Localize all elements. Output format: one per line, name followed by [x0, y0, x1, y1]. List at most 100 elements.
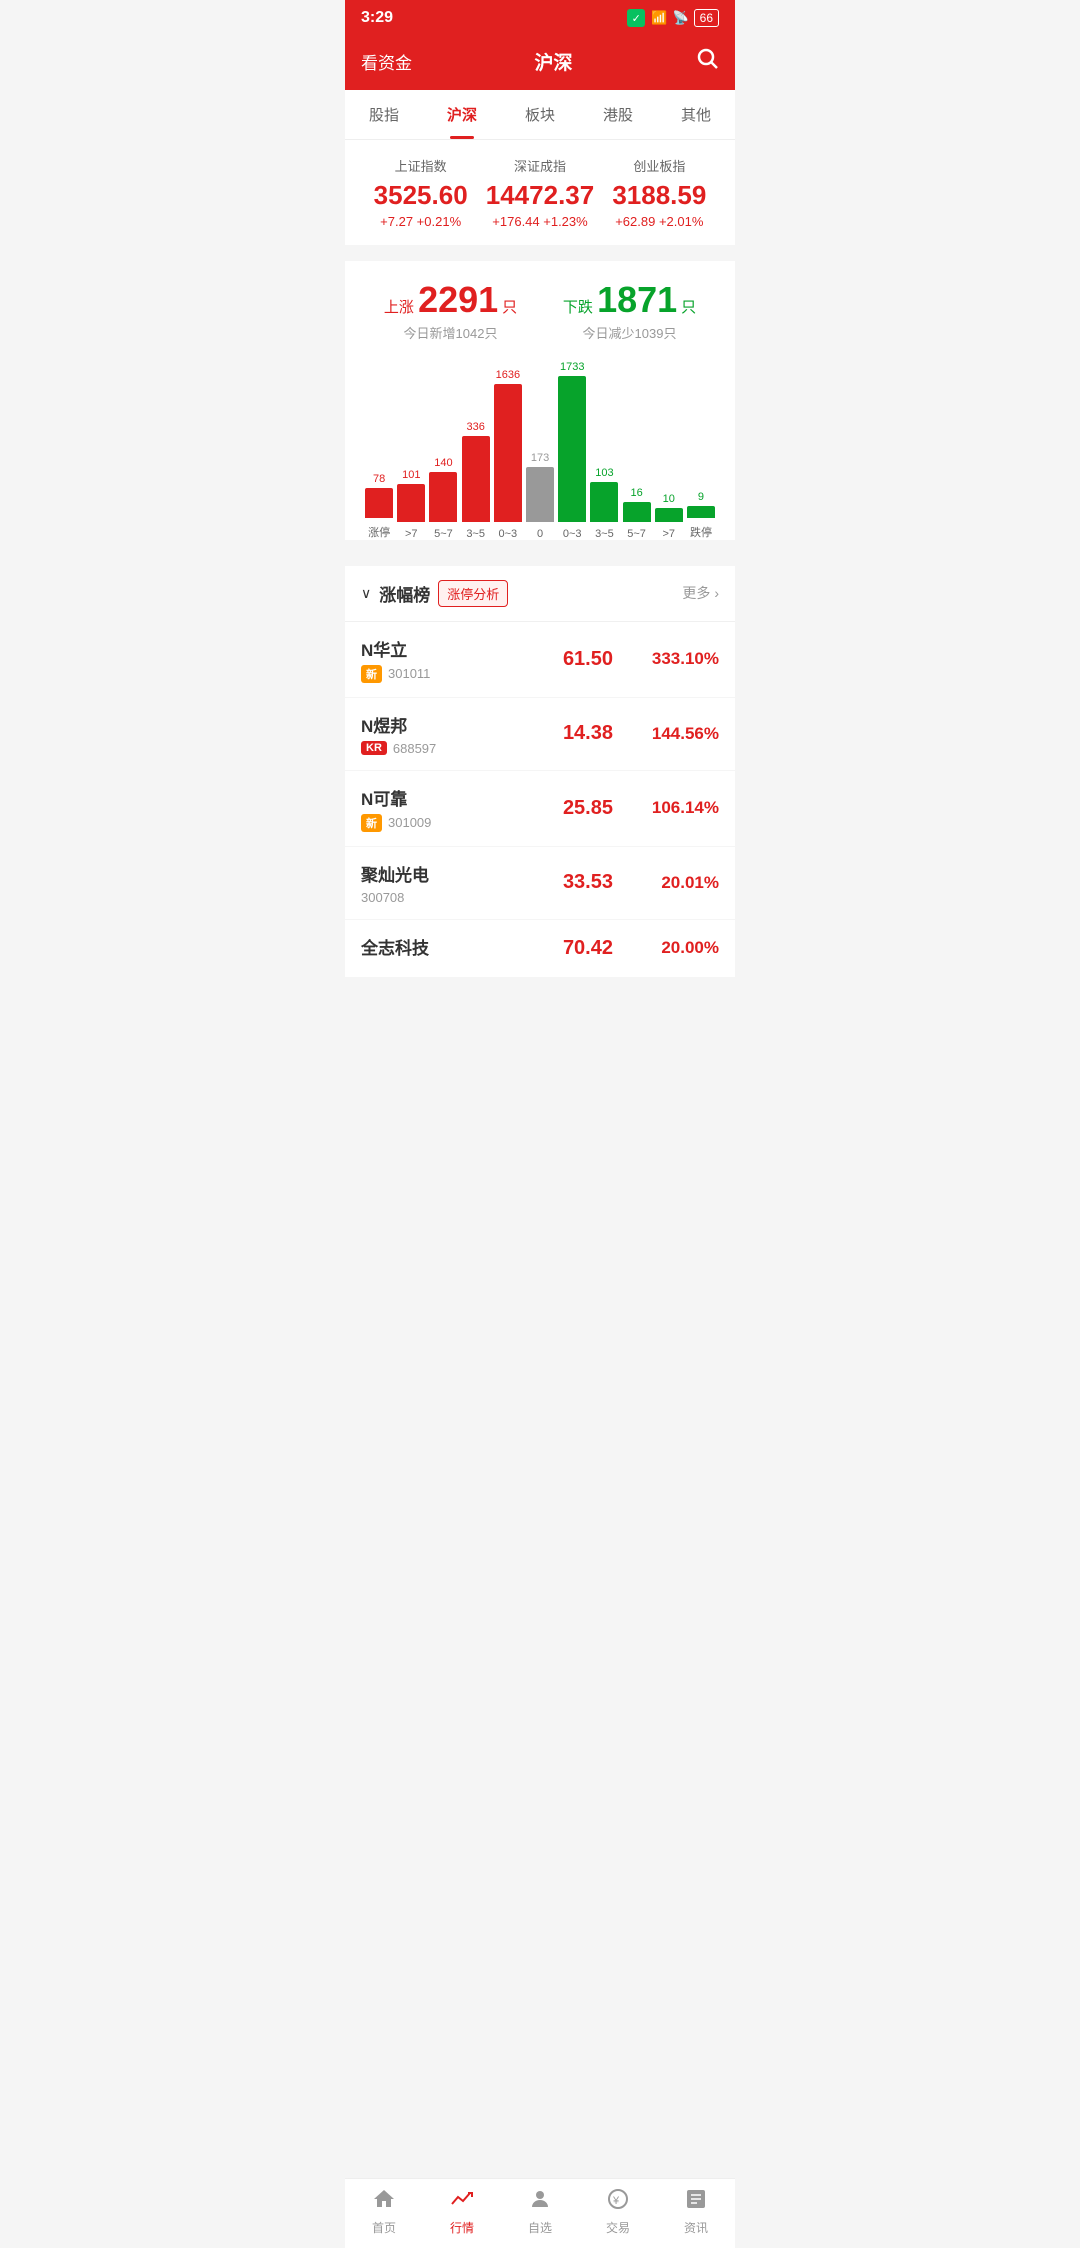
bar-03-red: 1636 0~3: [492, 369, 524, 540]
index-value-1: 3525.60: [361, 181, 480, 210]
tab-bankuai[interactable]: 板块: [501, 90, 579, 139]
nav-home-label: 首页: [372, 2219, 396, 2236]
search-icon[interactable]: [695, 46, 719, 76]
stock-price-4: 33.53: [563, 871, 613, 894]
bar-count-4: 336: [466, 421, 484, 433]
stock-item-3[interactable]: N可靠 新 301009 25.85 106.14%: [345, 771, 735, 847]
list-header-left: ∨ 涨幅榜 涨停分析: [361, 580, 508, 607]
bar-label-7: 0~3: [563, 528, 582, 540]
bar-label-3: 5~7: [434, 528, 453, 540]
bar-label-6: 0: [537, 528, 543, 540]
bar-count-2: 101: [402, 469, 420, 481]
stock-code-2: 688597: [393, 741, 436, 756]
nav-news[interactable]: 资讯: [657, 2179, 735, 2248]
tab-ganggu[interactable]: 港股: [579, 90, 657, 139]
bar-label-11: 跌停: [690, 524, 712, 540]
bar-gt7-green: 10 >7: [653, 493, 685, 540]
bar-rect-11: [687, 506, 715, 518]
bar-count-9: 16: [630, 487, 642, 499]
bar-count-8: 103: [595, 467, 613, 479]
stock-code-1: 301011: [388, 666, 430, 681]
bar-rect-10: [655, 508, 683, 522]
nav-market-label: 行情: [450, 2219, 474, 2236]
stock-info-5: 全志科技: [361, 934, 563, 963]
stock-meta-3: 新 301009: [361, 814, 563, 832]
battery-icon: 66: [694, 9, 719, 27]
stock-info-4: 聚灿光电 300708: [361, 861, 563, 905]
bar-count-11: 9: [698, 491, 704, 503]
bar-rect-8: [590, 482, 618, 522]
collapse-icon[interactable]: ∨: [361, 585, 371, 602]
bar-dieting: 9 跌停: [685, 491, 717, 540]
bar-label-2: >7: [405, 528, 418, 540]
stock-item-5[interactable]: 全志科技 70.42 20.00%: [345, 920, 735, 978]
status-icons: 📶 📡 66: [651, 9, 719, 27]
nav-market[interactable]: 行情: [423, 2179, 501, 2248]
stock-info-3: N可靠 新 301009: [361, 785, 563, 832]
stock-price-1: 61.50: [563, 648, 613, 671]
bar-35: 336 3~5: [460, 421, 492, 540]
nav-watchlist[interactable]: 自选: [501, 2179, 579, 2248]
header: 看资金 沪深: [345, 36, 735, 90]
tab-other[interactable]: 其他: [657, 90, 735, 139]
bar-count-7: 1733: [560, 361, 584, 373]
watchlist-icon: [528, 2187, 552, 2217]
market-icon: [450, 2187, 474, 2217]
up-unit: 只: [502, 299, 517, 316]
nav-trade-label: 交易: [606, 2219, 630, 2236]
stock-item-1[interactable]: N华立 新 301011 61.50 333.10%: [345, 622, 735, 698]
svg-text:¥: ¥: [612, 2195, 620, 2207]
bar-rect-1: [365, 488, 393, 518]
breadth-down: 下跌 1871 只 今日减少1039只: [563, 279, 696, 342]
stock-tag-2: KR: [361, 741, 387, 755]
bar-count-6: 173: [531, 452, 549, 464]
nav-news-label: 资讯: [684, 2219, 708, 2236]
stock-change-5: 20.00%: [629, 938, 719, 958]
bar-count-5: 1636: [496, 369, 520, 381]
stock-item-4[interactable]: 聚灿光电 300708 33.53 20.01%: [345, 847, 735, 920]
rise-list: ∨ 涨幅榜 涨停分析 更多 › N华立 新 301011 61.50 333.1…: [345, 566, 735, 978]
bar-rect-2: [397, 484, 425, 522]
more-label: 更多: [682, 583, 710, 603]
stock-name-2: N煜邦: [361, 712, 563, 737]
down-unit: 只: [681, 299, 696, 316]
bar-zero: 173 0: [524, 452, 556, 540]
status-bar: 3:29 ✓ 📶 📡 66: [345, 0, 735, 36]
stock-code-3: 301009: [388, 815, 431, 830]
nav-tabs: 股指 沪深 板块 港股 其他: [345, 90, 735, 140]
bar-count-10: 10: [663, 493, 675, 505]
tab-guozhi[interactable]: 股指: [345, 90, 423, 139]
index-section: 上证指数 3525.60 +7.27 +0.21% 深证成指 14472.37 …: [345, 140, 735, 245]
breadth-section: 上涨 2291 只 今日新增1042只 下跌 1871 只 今日减少1039只 …: [345, 261, 735, 540]
stock-name-3: N可靠: [361, 785, 563, 810]
bar-57: 140 5~7: [427, 457, 459, 540]
stock-change-3: 106.14%: [629, 798, 719, 818]
bar-label-4: 3~5: [466, 528, 485, 540]
list-title: 涨幅榜: [379, 581, 430, 606]
more-button[interactable]: 更多 ›: [682, 583, 719, 603]
bar-label-9: 5~7: [627, 528, 646, 540]
stock-meta-1: 新 301011: [361, 665, 563, 683]
stock-name-4: 聚灿光电: [361, 861, 563, 886]
bar-zhangting: 78 涨停: [363, 473, 395, 540]
header-left-button[interactable]: 看资金: [361, 49, 412, 74]
bar-gt7: 101 >7: [395, 469, 427, 540]
stock-meta-4: 300708: [361, 890, 563, 905]
index-chuangye[interactable]: 创业板指 3188.59 +62.89 +2.01%: [600, 156, 719, 229]
stock-change-4: 20.01%: [629, 873, 719, 893]
zhangting-analysis-button[interactable]: 涨停分析: [438, 580, 508, 607]
index-shangzheng[interactable]: 上证指数 3525.60 +7.27 +0.21%: [361, 156, 480, 229]
index-shenzhen[interactable]: 深证成指 14472.37 +176.44 +1.23%: [480, 156, 599, 229]
bar-rect-9: [623, 502, 651, 522]
stock-item-2[interactable]: N煜邦 KR 688597 14.38 144.56%: [345, 698, 735, 771]
stock-info-2: N煜邦 KR 688597: [361, 712, 563, 756]
stock-tag-1: 新: [361, 665, 382, 683]
nav-home[interactable]: 首页: [345, 2179, 423, 2248]
bar-label-8: 3~5: [595, 528, 614, 540]
nav-trade[interactable]: ¥ 交易: [579, 2179, 657, 2248]
tab-hushen[interactable]: 沪深: [423, 90, 501, 139]
bar-35-green: 103 3~5: [588, 467, 620, 540]
bar-chart: 78 涨停 101 >7 140 5~7 336 3~5: [361, 350, 719, 540]
nav-watchlist-label: 自选: [528, 2219, 552, 2236]
down-sub: 今日减少1039只: [563, 323, 696, 342]
